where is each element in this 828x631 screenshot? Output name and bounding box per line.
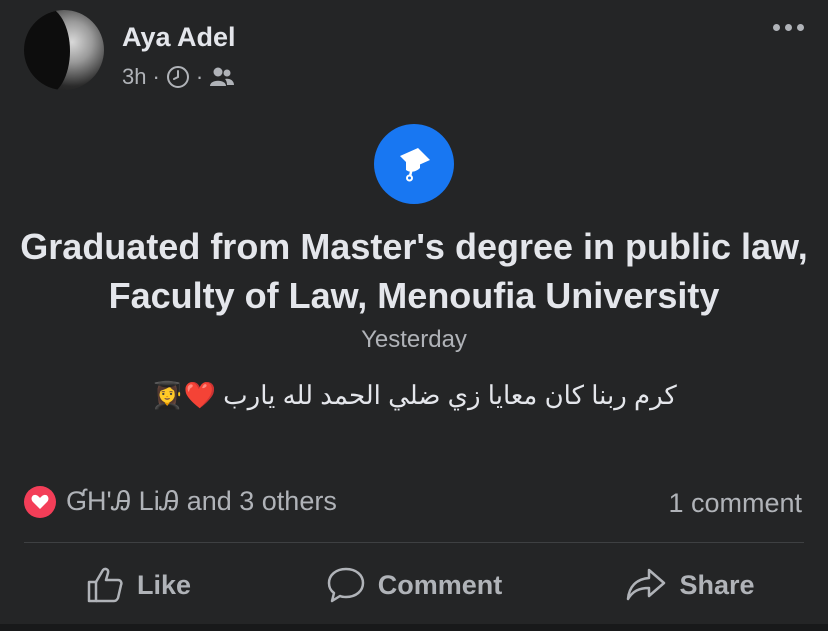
comment-icon [327,567,364,603]
bottom-bar [0,624,828,631]
milestone-date: Yesterday [361,326,467,353]
milestone-title: Graduated from Master's degree in public… [20,226,808,316]
reactions-text[interactable]: ƓH'Ꭿ LiᎯ and 3 others [66,486,337,518]
post-time[interactable]: 3h [122,64,146,90]
divider [24,542,804,543]
like-label: Like [136,569,192,600]
comments-count[interactable]: 1 comment [668,488,802,519]
author-avatar[interactable] [24,10,104,90]
more-options-icon[interactable] [773,24,804,31]
clock-icon [166,66,189,88]
like-button[interactable]: Like [0,556,276,614]
thumbs-up-icon [87,567,123,603]
comment-button[interactable]: Comment [276,556,552,614]
reactions-summary[interactable]: ƓH'Ꭿ LiᎯ and 3 others [24,486,337,518]
author-name[interactable]: Aya Adel [122,22,236,53]
love-reaction-icon [24,486,56,518]
post-actions: Like Comment Share [0,556,828,614]
graduation-cap-icon [374,124,454,204]
friends-audience-icon[interactable] [209,66,235,88]
comment-label: Comment [377,569,503,600]
meta-separator-2: · [195,64,204,89]
share-icon [627,568,666,601]
post-meta: 3h · · [122,64,235,90]
post-header: Aya Adel 3h · · [24,10,808,94]
share-label: Share [679,569,755,600]
share-button[interactable]: Share [552,556,828,614]
meta-separator: · [152,64,160,89]
post-caption: كرم ربنا كان معايا زي ضلي الحمد لله يارب… [151,380,677,410]
